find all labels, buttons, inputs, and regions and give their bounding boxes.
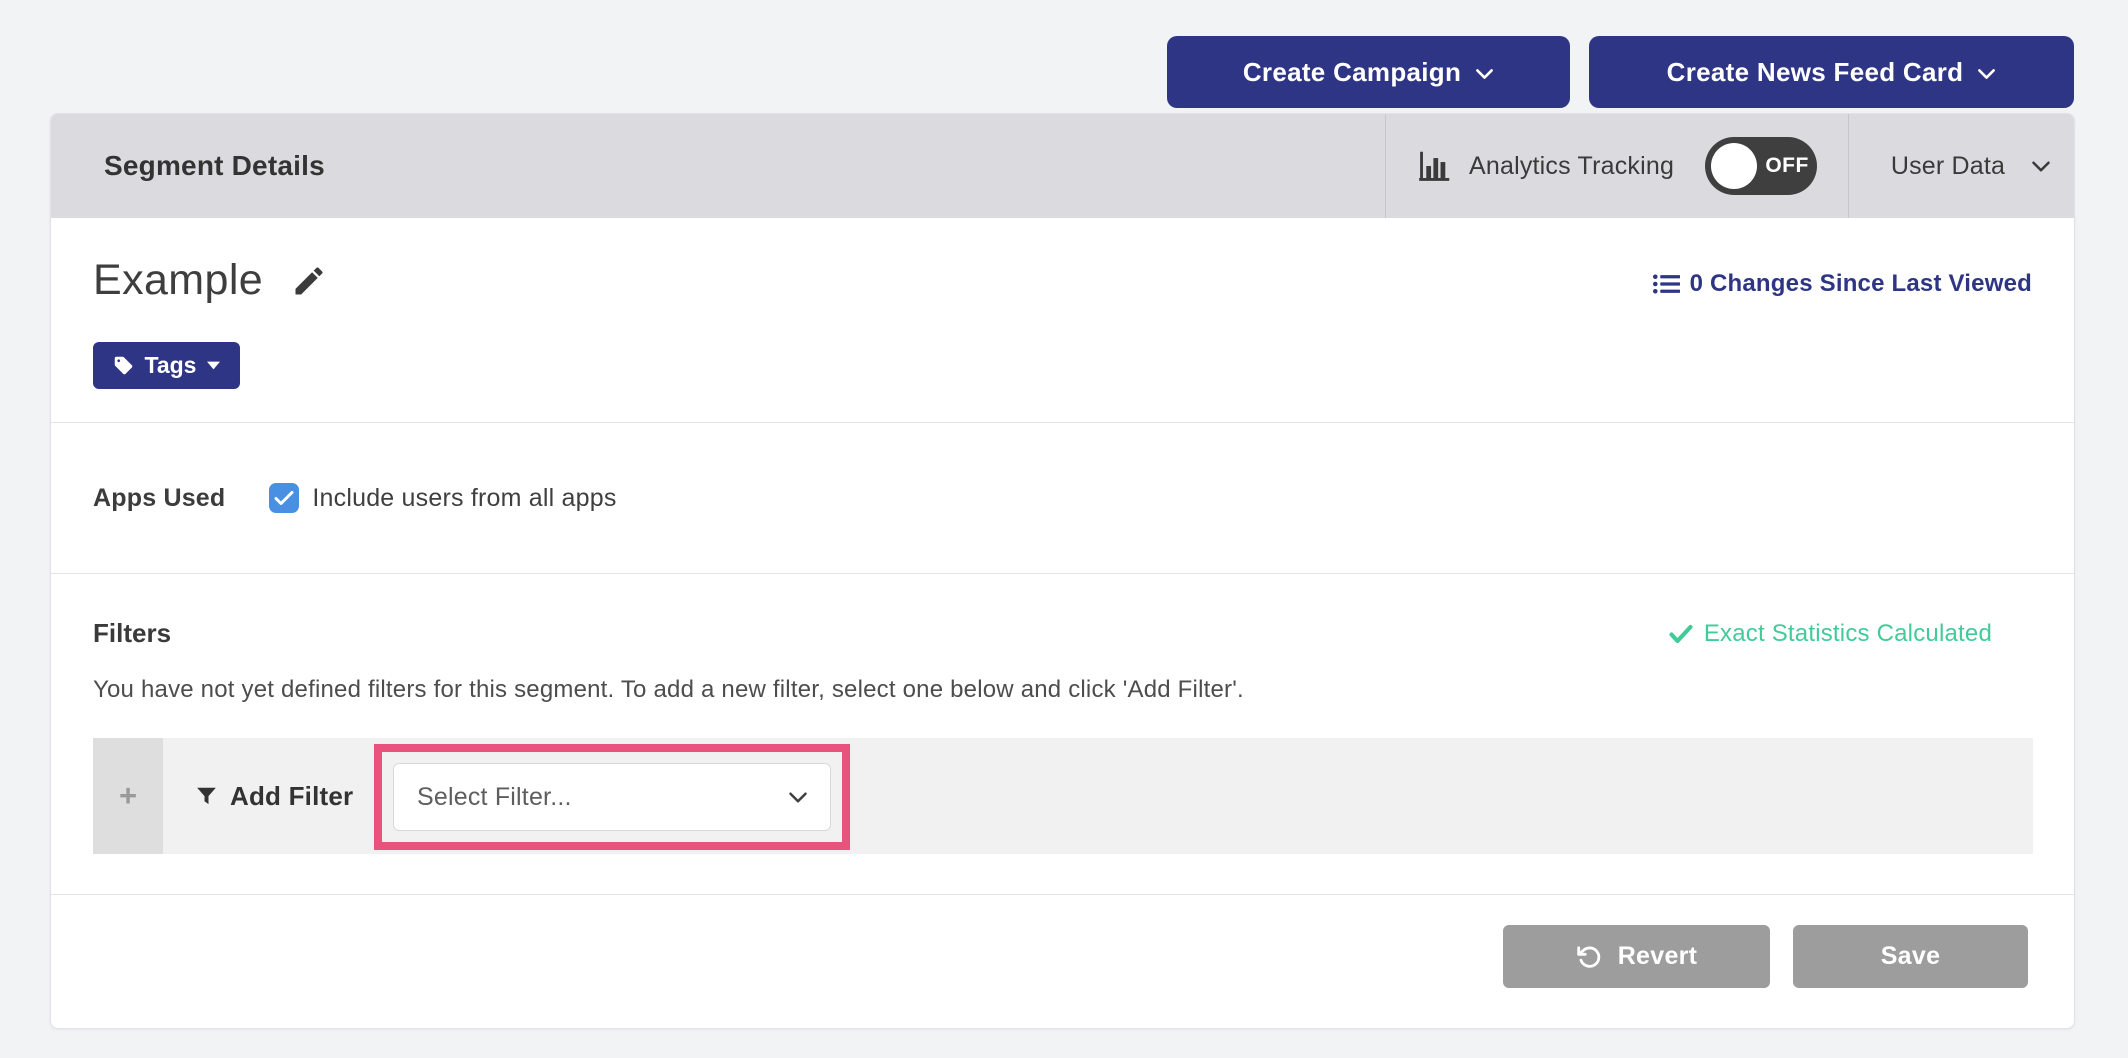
highlight-box: Select Filter... <box>374 744 850 850</box>
bar-chart-icon <box>1416 148 1454 184</box>
include-all-apps-label: Include users from all apps <box>312 484 616 513</box>
add-filter-plus-cell[interactable]: + <box>93 738 163 854</box>
add-filter-label: Add Filter <box>230 781 353 812</box>
panel-header: Segment Details Analytics Tracking OFF U… <box>51 114 2074 218</box>
add-filter-row: + Add Filter Select Filter... <box>93 738 2033 854</box>
chevron-down-icon <box>2031 160 2051 173</box>
plus-icon: + <box>119 778 137 814</box>
toggle-knob <box>1711 143 1757 189</box>
select-filter-placeholder: Select Filter... <box>394 783 572 812</box>
create-news-feed-card-label: Create News Feed Card <box>1667 57 1964 88</box>
add-filter-group: Add Filter <box>196 738 353 854</box>
save-button[interactable]: Save <box>1793 925 2028 988</box>
analytics-tracking-label: Analytics Tracking <box>1469 152 1674 181</box>
toggle-state-label: OFF <box>1763 137 1811 195</box>
segment-name-row: Example <box>93 256 327 305</box>
filters-description: You have not yet defined filters for thi… <box>93 676 1244 704</box>
filter-funnel-icon <box>196 786 217 807</box>
header-divider <box>1385 114 1386 218</box>
user-data-dropdown[interactable]: User Data <box>1848 114 2076 218</box>
filters-section: Filters Exact Statistics Calculated You … <box>51 574 2074 895</box>
revert-button[interactable]: Revert <box>1503 925 1770 988</box>
check-icon <box>274 490 294 506</box>
edit-pencil-icon[interactable] <box>291 263 327 299</box>
apps-used-label: Apps Used <box>93 484 225 513</box>
panel-footer: Revert Save <box>51 895 2074 1030</box>
apps-used-section: Apps Used Include users from all apps <box>51 423 2074 574</box>
page-title: Segment Details <box>104 114 325 218</box>
chevron-down-icon <box>1977 68 1996 80</box>
check-icon <box>1669 624 1693 644</box>
revert-icon <box>1576 944 1602 970</box>
chevron-down-icon <box>788 791 808 804</box>
changes-link-label: 0 Changes Since Last Viewed <box>1690 270 2032 298</box>
segment-title-section: Example 0 Changes Since Last Viewed <box>51 218 2074 423</box>
segment-name: Example <box>93 256 263 305</box>
user-data-label: User Data <box>1891 152 2005 181</box>
revert-button-label: Revert <box>1618 942 1698 971</box>
save-button-label: Save <box>1881 942 1941 971</box>
analytics-tracking-toggle[interactable]: OFF <box>1705 137 1817 195</box>
caret-down-icon <box>207 361 220 370</box>
create-campaign-label: Create Campaign <box>1243 57 1461 88</box>
select-filter-dropdown[interactable]: Select Filter... <box>393 763 831 831</box>
create-campaign-button[interactable]: Create Campaign <box>1167 36 1570 108</box>
exact-statistics-status: Exact Statistics Calculated <box>1669 620 1992 648</box>
exact-statistics-label: Exact Statistics Calculated <box>1704 620 1992 648</box>
list-icon <box>1653 273 1680 295</box>
tags-button[interactable]: Tags <box>93 342 240 389</box>
include-all-apps-checkbox[interactable] <box>269 483 299 513</box>
changes-since-last-viewed-link[interactable]: 0 Changes Since Last Viewed <box>1653 270 2032 298</box>
chevron-down-icon <box>1475 68 1494 80</box>
analytics-tracking-group: Analytics Tracking OFF <box>1416 114 1817 218</box>
tags-button-label: Tags <box>145 352 197 379</box>
footer-buttons: Revert Save <box>1503 925 2028 988</box>
create-news-feed-card-button[interactable]: Create News Feed Card <box>1589 36 2074 108</box>
filters-heading: Filters <box>93 618 171 649</box>
tag-icon <box>113 355 134 376</box>
segment-details-panel: Segment Details Analytics Tracking OFF U… <box>50 113 2075 1029</box>
